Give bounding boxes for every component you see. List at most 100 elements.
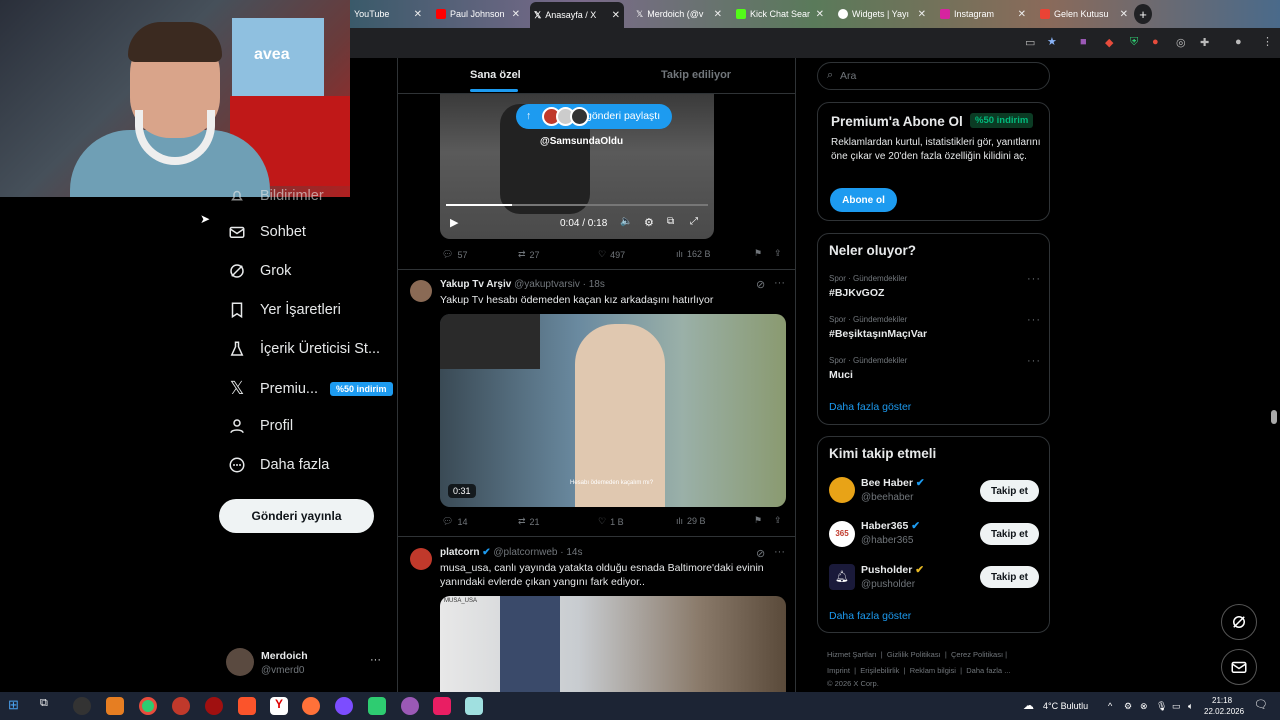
footer-link[interactable]: Hizmet Şartları <box>827 650 877 659</box>
close-icon[interactable]: ✕ <box>612 10 620 21</box>
network-icon[interactable]: ▭ <box>1172 701 1181 712</box>
more-icon[interactable]: ··· <box>1027 355 1041 367</box>
messages-fab[interactable] <box>1221 649 1257 685</box>
footer-link[interactable]: Gizlilik Politikası <box>887 650 941 659</box>
views-button[interactable]: ılı 29 B <box>676 516 706 526</box>
trend-item[interactable]: Spor · Gündemdekiler Muci <box>829 356 907 381</box>
yandex-icon[interactable]: Y <box>270 697 288 715</box>
avatar[interactable]: 365 <box>829 521 855 547</box>
like-button[interactable]: ♡ 1 B <box>598 516 624 527</box>
app-icon[interactable] <box>433 697 451 715</box>
like-button[interactable]: ♡ 497 <box>598 249 625 260</box>
tab-paul-johnson[interactable]: Paul Johnson ✕ <box>432 4 524 24</box>
settings-icon[interactable]: ⚙ <box>644 216 654 229</box>
share-icon[interactable]: ⇪ <box>774 248 782 259</box>
subscribe-button[interactable]: Abone ol <box>830 188 897 212</box>
video-progress-track[interactable] <box>446 204 708 206</box>
brave-icon[interactable] <box>238 697 256 715</box>
notification-icon[interactable]: 🗨︎ <box>1254 698 1268 711</box>
nav-profile[interactable]: Profil <box>228 417 293 435</box>
extension-icon[interactable]: ◆ <box>1105 36 1113 49</box>
close-icon[interactable]: ✕ <box>1018 9 1026 20</box>
tweet-video[interactable]: Hesabı ödemeden kaçalım mı? 0:31 <box>440 314 786 507</box>
page-scrollbar[interactable] <box>1271 410 1277 424</box>
app-icon[interactable] <box>465 697 483 715</box>
app-icon[interactable] <box>335 697 353 715</box>
nav-more[interactable]: Daha fazla <box>228 456 329 474</box>
tab-instagram[interactable]: Instagram ✕ <box>936 4 1030 24</box>
extension-icon[interactable]: ■ <box>1080 36 1087 48</box>
tray-icon[interactable]: ⚙ <box>1124 701 1132 712</box>
volume-icon[interactable]: 🔈︎ <box>1188 701 1193 712</box>
views-button[interactable]: ılı 162 B <box>676 249 711 259</box>
repost-button[interactable]: ⇄ 27 <box>518 249 540 260</box>
avatar[interactable] <box>829 477 855 503</box>
more-icon[interactable]: ··· <box>1027 273 1041 285</box>
play-icon[interactable]: ▶ <box>450 216 458 229</box>
tab-gmail[interactable]: Gelen Kutusu ✕ <box>1036 4 1132 24</box>
app-icon[interactable] <box>401 697 419 715</box>
tab-for-you[interactable]: Sana özel <box>470 69 521 81</box>
more-icon[interactable]: ··· <box>774 546 785 558</box>
close-icon[interactable]: ✕ <box>714 9 722 20</box>
follow-button[interactable]: Takip et <box>980 566 1039 588</box>
bookmark-icon[interactable]: ⚑ <box>754 248 762 259</box>
trend-item[interactable]: Spor · Gündemdekiler #BJKvGOZ <box>829 274 907 299</box>
footer-link[interactable]: Erişilebilirlik <box>860 666 899 675</box>
tweet-media[interactable]: MUSA_USA <box>440 596 786 692</box>
avatar[interactable] <box>410 280 432 302</box>
tray-icon[interactable]: ⊗ <box>1140 701 1148 712</box>
tab-widgets[interactable]: Widgets | Yayı ✕ <box>834 4 930 24</box>
tab-kick-chat[interactable]: Kick Chat Sear ✕ <box>732 4 828 24</box>
footer-link[interactable]: Reklam bilgisi <box>910 666 956 675</box>
weather-icon[interactable]: ☁ <box>1023 699 1034 712</box>
nav-creator-studio[interactable]: İçerik Üreticisi St... <box>228 340 380 358</box>
nav-bookmarks[interactable]: Yer İşaretleri <box>228 301 341 319</box>
weather-text[interactable]: 4°C Bulutlu <box>1043 701 1088 711</box>
pip-icon[interactable]: ⧉ <box>667 216 674 227</box>
new-tab-button[interactable]: + <box>1134 4 1152 24</box>
close-icon[interactable]: ✕ <box>414 9 422 20</box>
shield-icon[interactable]: ⛨ <box>1130 36 1138 49</box>
extension-icon[interactable]: ◎ <box>1176 36 1186 49</box>
post-button[interactable]: Gönderi yayınla <box>219 499 374 533</box>
close-icon[interactable]: ✕ <box>1120 9 1128 20</box>
close-icon[interactable]: ✕ <box>918 9 926 20</box>
follow-button[interactable]: Takip et <box>980 523 1039 545</box>
bookmark-icon[interactable]: ⚑ <box>754 515 762 526</box>
account-avatar[interactable] <box>226 648 254 676</box>
grok-icon[interactable]: ⊘ <box>756 547 765 560</box>
tab-following[interactable]: Takip ediliyor <box>661 69 731 81</box>
menu-dots-icon[interactable]: ⋮ <box>1262 35 1273 48</box>
footer-link[interactable]: Çerez Politikası <box>951 650 1003 659</box>
clock-time[interactable]: 21:18 <box>1212 696 1232 705</box>
grok-fab[interactable] <box>1221 604 1257 640</box>
reply-button[interactable]: 💬︎ 14 <box>442 516 467 527</box>
puzzle-icon[interactable]: ✚ <box>1200 36 1209 49</box>
tray-chevron-icon[interactable]: ^ <box>1108 701 1112 711</box>
avatar[interactable]: 🔔︎ <box>829 564 855 590</box>
opera-icon[interactable] <box>172 697 190 715</box>
task-view-icon[interactable]: ⧉ <box>40 697 58 715</box>
obs-icon[interactable] <box>73 697 91 715</box>
suggested-account-name[interactable]: Pusholder ✔ <box>861 564 924 576</box>
share-icon[interactable]: ⇪ <box>774 515 782 526</box>
avatar[interactable]: ● <box>1235 36 1242 48</box>
nav-grok[interactable]: Grok <box>228 262 291 280</box>
account-name[interactable]: Merdoich <box>261 650 308 662</box>
search-input[interactable]: ⌕ Ara <box>817 62 1050 90</box>
share-pill[interactable]: ↑ gönderi paylaştı <box>516 104 673 129</box>
show-more-link[interactable]: Daha fazla göster <box>829 610 911 622</box>
close-icon[interactable]: ✕ <box>816 9 824 20</box>
account-menu-icon[interactable]: ··· <box>370 654 381 666</box>
nav-chat[interactable]: Sohbet <box>228 223 306 241</box>
footer-link[interactable]: Daha fazla ... <box>966 666 1010 675</box>
windows-start-icon[interactable]: ⊞ <box>8 697 26 715</box>
chrome-icon[interactable] <box>139 697 157 715</box>
grok-icon[interactable]: ⊘ <box>756 278 765 291</box>
volume-icon[interactable]: 🔈 <box>620 216 632 227</box>
tab-youtube[interactable]: YouTube ✕ <box>350 4 426 24</box>
microphone-icon[interactable]: 🎙︎ <box>1156 701 1167 712</box>
footer-link[interactable]: Imprint <box>827 666 850 675</box>
more-icon[interactable]: ··· <box>774 277 785 289</box>
